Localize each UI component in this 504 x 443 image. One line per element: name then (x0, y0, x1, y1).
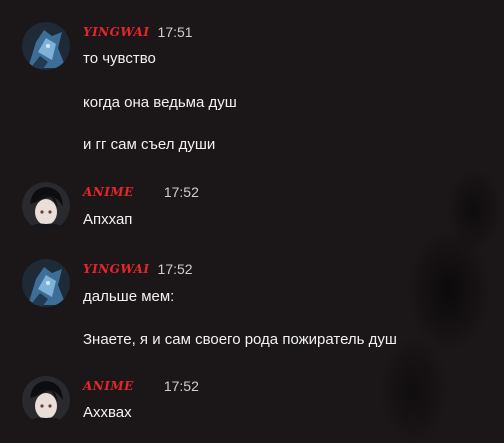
message-text: Апххап (83, 211, 133, 228)
message-header: YINGWAI 17:51 (83, 22, 193, 42)
anime-boy-avatar-icon (22, 182, 70, 230)
message-header: ANIME 17:52 (83, 182, 199, 202)
avatar[interactable] (22, 182, 70, 230)
avatar[interactable] (22, 376, 70, 424)
message-header: YINGWAI 17:52 (83, 259, 193, 279)
dark-blue-character-avatar-icon (22, 22, 70, 70)
author-name[interactable]: YINGWAI (83, 262, 150, 276)
timestamp: 17:52 (157, 261, 193, 277)
timestamp: 17:52 (163, 378, 199, 394)
message-text: и гг сам съел души (83, 136, 216, 153)
timestamp: 17:51 (157, 24, 193, 40)
anime-boy-avatar-icon (22, 376, 70, 424)
message-text: дальше мем: (83, 288, 175, 305)
message-text: когда она ведьма душ (83, 94, 237, 111)
avatar[interactable] (22, 259, 70, 307)
timestamp: 17:52 (163, 184, 199, 200)
message-text: Знаете, я и сам своего рода пожиратель д… (83, 331, 397, 348)
chat-message: YINGWAI 17:51 то чувство когда она ведьм… (22, 22, 492, 153)
author-name[interactable]: YINGWAI (83, 25, 150, 39)
chat-message-list: YINGWAI 17:51 то чувство когда она ведьм… (0, 0, 504, 443)
avatar[interactable] (22, 22, 70, 70)
dark-blue-character-avatar-icon (22, 259, 70, 307)
message-text: то чувство (83, 50, 156, 67)
chat-message: ANIME 17:52 Аххвах (22, 376, 492, 432)
author-name[interactable]: ANIME (83, 379, 134, 393)
chat-message: ANIME 17:52 Апххап (22, 182, 492, 232)
chat-message: YINGWAI 17:52 дальше мем: Знаете, я и са… (22, 259, 492, 359)
message-header: ANIME 17:52 (83, 376, 199, 396)
message-text: Аххвах (83, 404, 132, 421)
author-name[interactable]: ANIME (83, 185, 134, 199)
